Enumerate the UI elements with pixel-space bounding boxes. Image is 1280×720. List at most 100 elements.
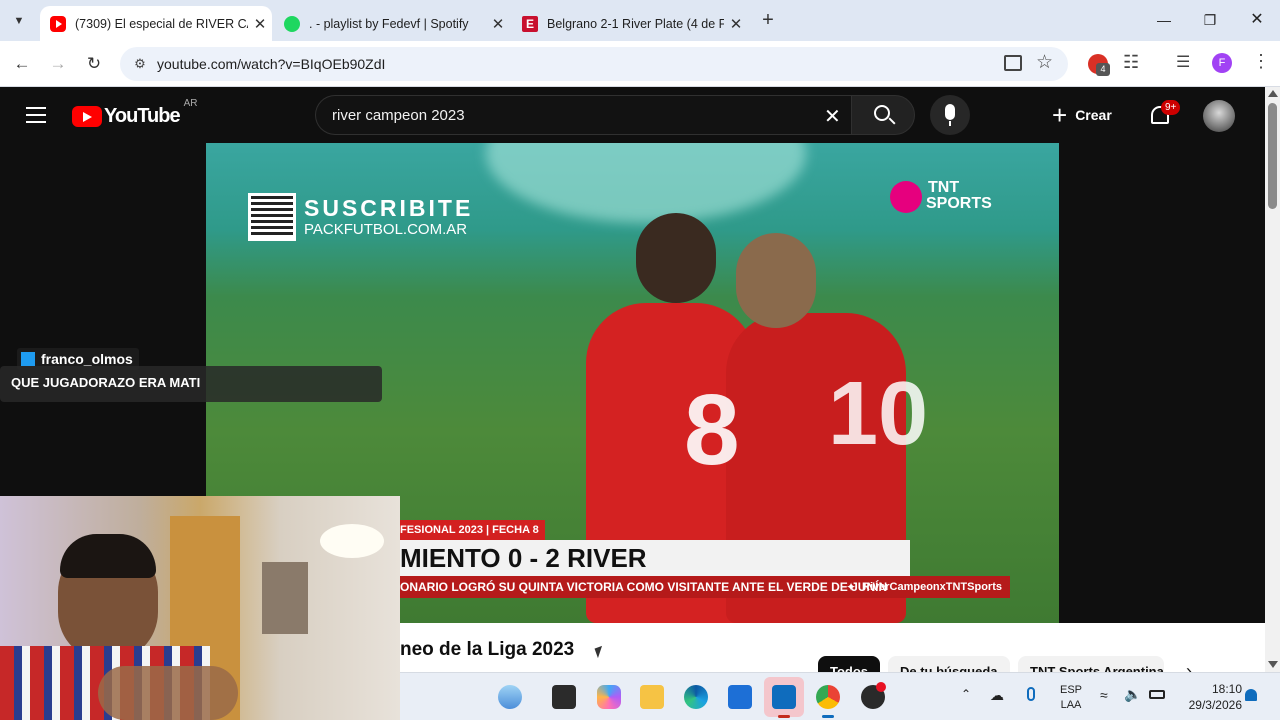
tab-close-icon[interactable]: ✕ [248,15,272,33]
youtube-logo[interactable]: YouTube AR [72,98,197,128]
forward-button[interactable]: → [46,52,70,76]
address-bar[interactable]: ⚙ youtube.com/watch?v=BIqOEb90ZdI ☆ [120,47,1068,81]
plus-icon: + [1052,100,1068,130]
webcam-person-hair [60,534,156,578]
file-explorer-icon[interactable] [640,685,664,709]
tab-spotify[interactable]: . - playlist by Fedevf | Spotify ✕ [274,6,510,41]
qr-code-icon [248,193,296,241]
new-tab-button[interactable]: + [756,8,780,32]
close-window-button[interactable]: ✕ [1234,0,1280,40]
scroll-up-arrow-icon[interactable] [1268,90,1278,97]
spotify-favicon-icon [284,15,300,32]
jersey-number: 8 [684,374,740,486]
tab-youtube[interactable]: (7309) El especial de RIVER CAMPEON ✕ [40,6,272,41]
voice-search-button[interactable] [930,95,970,135]
youtube-wordmark: YouTube [104,104,181,127]
tnt-circle-icon [890,181,922,213]
webcam-posters [262,562,308,634]
lang-primary: ESP [1059,684,1082,696]
restore-button[interactable]: ❐ [1187,0,1233,40]
stream-chat-message: franco_olmos QUE JUGADORAZO ERA MATI [0,348,382,402]
back-button[interactable]: ← [10,52,34,76]
packfutbol-text: PACKFUTBOL.COM.AR [304,221,468,238]
microsoft-store-icon[interactable] [728,685,752,709]
chat-username: franco_olmos [41,351,133,367]
chat-message-text: QUE JUGADORAZO ERA MATI [11,375,201,390]
browser-toolbar: ← → ↻ ⚙ youtube.com/watch?v=BIqOEb90ZdI … [0,41,1280,87]
create-button[interactable]: + Crear [1052,95,1112,135]
notification-bell-icon[interactable] [1245,689,1257,701]
onedrive-offline-icon[interactable]: ☁ [990,687,1004,704]
browser-tab-bar: ▼ (7309) El especial de RIVER CAMPEON ✕ … [0,0,1280,41]
task-view-icon[interactable] [552,685,576,709]
scrollbar-thumb[interactable] [1268,103,1277,209]
webcam-hands [98,666,238,720]
create-label: Crear [1075,107,1112,123]
search-input[interactable]: river campeon 2023 ✕ [315,95,851,135]
microphone-tray-icon[interactable] [1027,687,1035,701]
fecha-label: FESIONAL 2023 | FECHA 8 [400,520,545,540]
youtube-favicon-icon [50,15,66,32]
clock-time: 18:10 [1211,682,1242,696]
wifi-icon[interactable]: ≈ [1100,687,1108,703]
microphone-icon [945,104,955,120]
page-scrollbar[interactable] [1265,87,1280,672]
suscribite-text: SUSCRIBITE [304,195,474,221]
url-text: youtube.com/watch?v=BIqOEb90ZdI [157,56,386,72]
hamburger-menu-icon[interactable] [26,107,46,123]
copilot-icon[interactable] [597,685,621,709]
tab-title: . - playlist by Fedevf | Spotify [309,16,469,31]
sports-text: SPORTS [926,195,992,212]
battery-icon[interactable] [1149,690,1165,699]
lang-secondary: LAA [1060,699,1082,711]
stadium-light-blur [486,143,806,223]
reload-button[interactable]: ↻ [82,52,106,76]
extension-adblock-icon[interactable]: 4 [1088,54,1110,76]
volume-icon[interactable]: 🔈 [1124,686,1141,703]
tab-title: (7309) El especial de RIVER CAMPEON [75,16,248,31]
lighthouse-app-icon[interactable] [498,685,522,709]
region-code: AR [183,98,198,109]
recording-dot-icon [876,682,886,692]
chrome-icon[interactable] [816,685,840,709]
profile-avatar[interactable]: F [1212,53,1232,73]
tab-belgrano[interactable]: E Belgrano 2-1 River Plate (4 de Febrero… [512,6,748,41]
notifications-button[interactable]: 9+ [1148,100,1181,129]
youtube-header: YouTube AR river campeon 2023 ✕ + Crear … [0,87,1265,143]
minimize-button[interactable]: — [1141,0,1187,40]
edge-browser-icon[interactable] [684,685,708,709]
media-control-icon[interactable]: ☰ [1176,52,1190,72]
tab-close-icon[interactable]: ✕ [486,15,510,33]
bookmark-star-icon[interactable]: ☆ [1036,51,1053,74]
score-text: MIENTO 0 - 2 RIVER [400,543,647,573]
jersey-number-two: 10 [828,364,929,464]
score-banner: MIENTO 0 - 2 RIVER [400,540,910,576]
language-indicator[interactable]: ESP LAA [1056,683,1086,713]
install-app-icon[interactable] [1004,55,1022,71]
hashtag-text: RiverCampeonxTNTSports [862,581,1002,593]
tnt-sports-logo: TNT SPORTS [890,179,992,215]
video-title: neo de la Liga 2023 [400,639,575,660]
search-button[interactable] [851,95,915,135]
tab-search-dropdown[interactable]: ▼ [8,10,30,32]
below-video-area: neo de la Liga 2023 Todos De tu búsqueda… [400,623,1265,688]
search-query: river campeon 2023 [332,107,465,124]
caption-banner: ONARIO LOGRÓ SU QUINTA VICTORIA COMO VIS… [400,576,1010,598]
webcam-lamp [320,524,384,558]
youtube-play-icon [72,105,102,127]
extensions-puzzle-icon[interactable]: ☷ [1123,52,1139,73]
snipping-tool-icon[interactable] [772,685,796,709]
cursor-pointer-icon [594,645,606,659]
tab-close-icon[interactable]: ✕ [724,15,748,33]
player-head-two [736,233,816,328]
clear-search-icon[interactable]: ✕ [824,104,841,129]
account-avatar[interactable] [1203,100,1235,132]
caption-text: ONARIO LOGRÓ SU QUINTA VICTORIA COMO VIS… [400,580,888,594]
webcam-overlay [0,496,400,720]
clock[interactable]: 18:10 29/3/2026 [1176,681,1242,713]
scroll-down-arrow-icon[interactable] [1268,661,1278,668]
browser-menu-icon[interactable]: ⋮ [1252,51,1270,72]
kick-icon [21,352,35,366]
show-hidden-icons-chevron[interactable]: ⌃ [961,687,971,701]
site-info-icon[interactable]: ⚙ [132,56,148,72]
